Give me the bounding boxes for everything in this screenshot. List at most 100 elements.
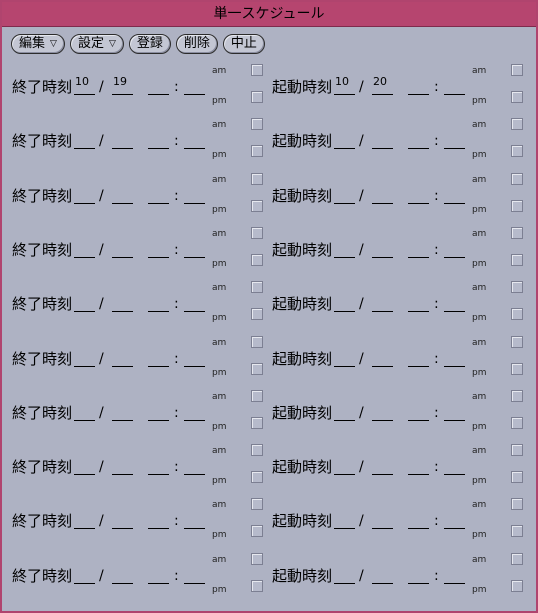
- end-month-field[interactable]: [74, 130, 95, 150]
- end-day-field[interactable]: [112, 130, 133, 150]
- end-month-field[interactable]: [74, 348, 95, 367]
- start-minute-field[interactable]: [444, 456, 465, 476]
- start-hour-field[interactable]: [408, 76, 429, 95]
- end-minute-field[interactable]: [184, 185, 205, 204]
- start-pm-checkbox[interactable]: [511, 362, 523, 375]
- end-minute-field[interactable]: [184, 130, 205, 150]
- start-minute-field[interactable]: [444, 185, 465, 204]
- end-day-field[interactable]: [112, 185, 133, 204]
- start-day-field[interactable]: [372, 293, 393, 313]
- start-day-field[interactable]: [372, 402, 393, 421]
- start-minute-field[interactable]: [444, 293, 465, 313]
- start-hour-field[interactable]: [408, 456, 429, 476]
- start-month-field[interactable]: [334, 239, 355, 258]
- start-minute-field[interactable]: [444, 239, 465, 258]
- start-hour-field[interactable]: [408, 239, 429, 258]
- end-month-field[interactable]: [74, 402, 95, 421]
- start-hour-field[interactable]: [408, 130, 429, 150]
- end-month-field[interactable]: [74, 239, 95, 258]
- start-day-field[interactable]: [372, 510, 393, 530]
- end-minute-field[interactable]: [184, 76, 205, 95]
- end-day-field[interactable]: [112, 293, 133, 313]
- end-day-field[interactable]: [112, 348, 133, 367]
- start-hour-field[interactable]: [408, 565, 429, 584]
- end-minute-field[interactable]: [184, 293, 205, 313]
- delete-button[interactable]: 削除: [175, 34, 218, 54]
- start-month-field[interactable]: [334, 293, 355, 313]
- start-pm-checkbox[interactable]: [511, 471, 523, 484]
- end-hour-field[interactable]: [148, 185, 169, 204]
- end-month-field[interactable]: [74, 510, 95, 530]
- end-month-field[interactable]: [74, 293, 95, 313]
- start-am-checkbox[interactable]: [511, 444, 523, 457]
- end-month-field[interactable]: 10: [74, 76, 95, 95]
- start-month-field[interactable]: [334, 185, 355, 204]
- register-button[interactable]: 登録: [128, 34, 171, 54]
- end-day-field[interactable]: [112, 239, 133, 258]
- start-minute-field[interactable]: [444, 348, 465, 367]
- start-minute-field[interactable]: [444, 130, 465, 150]
- start-minute-field[interactable]: [444, 402, 465, 421]
- cancel-button[interactable]: 中止: [222, 34, 265, 54]
- start-minute-field[interactable]: [444, 510, 465, 530]
- start-day-field[interactable]: [372, 456, 393, 476]
- start-pm-checkbox[interactable]: [511, 308, 523, 321]
- settings-menu-button[interactable]: 設定 ▽: [69, 34, 124, 54]
- start-minute-field[interactable]: [444, 565, 465, 584]
- start-am-checkbox[interactable]: [511, 172, 523, 185]
- start-am-checkbox[interactable]: [511, 118, 523, 131]
- end-hour-field[interactable]: [148, 76, 169, 95]
- end-hour-field[interactable]: [148, 348, 169, 367]
- end-hour-field[interactable]: [148, 565, 169, 584]
- start-month-field[interactable]: [334, 510, 355, 530]
- end-minute-field[interactable]: [184, 510, 205, 530]
- end-hour-field[interactable]: [148, 456, 169, 476]
- start-day-field[interactable]: 20: [372, 76, 393, 95]
- end-hour-field[interactable]: [148, 402, 169, 421]
- start-month-field[interactable]: [334, 565, 355, 584]
- start-am-checkbox[interactable]: [511, 335, 523, 348]
- start-month-field[interactable]: [334, 402, 355, 421]
- end-month-field[interactable]: [74, 185, 95, 204]
- end-day-field[interactable]: 19: [112, 76, 133, 95]
- start-am-checkbox[interactable]: [511, 498, 523, 511]
- end-hour-field[interactable]: [148, 293, 169, 313]
- start-month-field[interactable]: [334, 130, 355, 150]
- end-month-field[interactable]: [74, 456, 95, 476]
- start-month-field[interactable]: [334, 456, 355, 476]
- start-am-checkbox[interactable]: [511, 552, 523, 565]
- start-pm-checkbox[interactable]: [511, 199, 523, 212]
- end-minute-field[interactable]: [184, 348, 205, 367]
- end-day-field[interactable]: [112, 402, 133, 421]
- start-am-checkbox[interactable]: [511, 281, 523, 294]
- start-pm-checkbox[interactable]: [511, 145, 523, 158]
- end-hour-field[interactable]: [148, 130, 169, 150]
- start-day-field[interactable]: [372, 130, 393, 150]
- start-day-field[interactable]: [372, 565, 393, 584]
- start-month-field[interactable]: 10: [334, 76, 355, 95]
- start-pm-checkbox[interactable]: [511, 91, 523, 103]
- end-minute-field[interactable]: [184, 565, 205, 584]
- end-minute-field[interactable]: [184, 456, 205, 476]
- start-pm-checkbox[interactable]: [511, 525, 523, 538]
- start-month-field[interactable]: [334, 348, 355, 367]
- edit-menu-button[interactable]: 編集 ▽: [11, 34, 65, 54]
- start-hour-field[interactable]: [408, 293, 429, 313]
- start-pm-checkbox[interactable]: [511, 253, 523, 266]
- end-day-field[interactable]: [112, 565, 133, 584]
- start-pm-checkbox[interactable]: [511, 579, 523, 592]
- end-hour-field[interactable]: [148, 510, 169, 530]
- end-month-field[interactable]: [74, 565, 95, 584]
- start-am-checkbox[interactable]: [511, 64, 523, 76]
- end-hour-field[interactable]: [148, 239, 169, 258]
- start-am-checkbox[interactable]: [511, 389, 523, 402]
- start-hour-field[interactable]: [408, 510, 429, 530]
- end-minute-field[interactable]: [184, 239, 205, 258]
- start-am-checkbox[interactable]: [511, 226, 523, 239]
- start-hour-field[interactable]: [408, 348, 429, 367]
- start-day-field[interactable]: [372, 185, 393, 204]
- start-hour-field[interactable]: [408, 402, 429, 421]
- start-minute-field[interactable]: [444, 76, 465, 95]
- end-minute-field[interactable]: [184, 402, 205, 421]
- end-day-field[interactable]: [112, 456, 133, 476]
